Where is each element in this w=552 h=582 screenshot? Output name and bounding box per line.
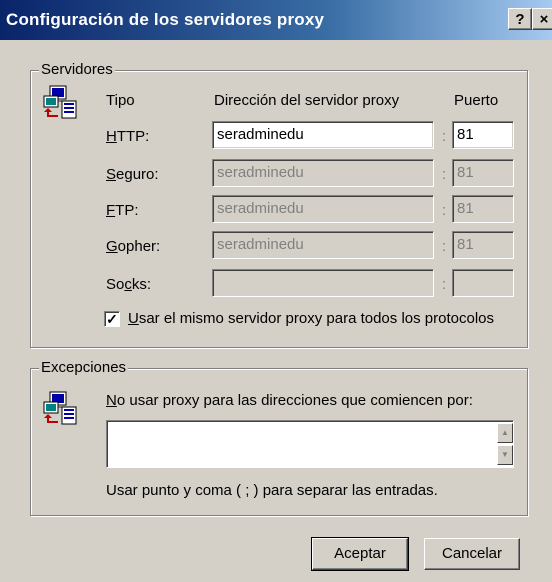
http-label: HTTP:: [106, 128, 150, 145]
ftp-port-field[interactable]: 81: [452, 195, 514, 223]
network-computers-icon: [43, 391, 77, 425]
column-port: Puerto: [454, 92, 499, 109]
arrow-up-icon: ▲: [501, 428, 509, 437]
socks-address-field[interactable]: [212, 269, 434, 297]
cancel-button[interactable]: Cancelar: [424, 538, 520, 570]
help-button[interactable]: ?: [508, 8, 532, 30]
socks-label: Socks:: [106, 276, 152, 293]
scroll-down-button[interactable]: ▼: [497, 445, 513, 465]
servers-legend: Servidores: [39, 61, 115, 79]
socks-colon: :: [442, 276, 447, 293]
gopher-colon: :: [442, 238, 447, 255]
exceptions-hint: Usar punto y coma ( ; ) para separar las…: [106, 482, 438, 499]
secure-colon: :: [442, 166, 447, 183]
exceptions-legend: Excepciones: [39, 359, 129, 377]
gopher-port-field[interactable]: 81: [452, 231, 514, 259]
http-port-field[interactable]: 81: [452, 121, 514, 149]
window-title: Configuración de los servidores proxy: [6, 10, 325, 29]
ftp-address-field[interactable]: seradminedu: [212, 195, 434, 223]
network-computers-icon: [43, 85, 77, 119]
gopher-address-field[interactable]: seradminedu: [212, 231, 434, 259]
column-type: Tipo: [106, 92, 135, 109]
secure-label: Seguro:: [106, 166, 159, 183]
gopher-label: Gopher:: [106, 238, 161, 255]
arrow-down-icon: ▼: [501, 450, 509, 459]
exceptions-label: No usar proxy para las direcciones que c…: [106, 392, 473, 409]
ftp-label: FTP:: [106, 202, 139, 219]
same-proxy-checkbox[interactable]: ✓: [104, 311, 120, 327]
checkmark-icon: ✓: [106, 311, 118, 327]
secure-address-field[interactable]: seradminedu: [212, 159, 434, 187]
ftp-colon: :: [442, 202, 447, 219]
same-proxy-label[interactable]: Usar el mismo servidor proxy para todos …: [128, 310, 494, 328]
close-button[interactable]: ×: [532, 8, 552, 30]
exceptions-textarea[interactable]: ▲ ▼: [106, 420, 514, 468]
ok-button[interactable]: Aceptar: [311, 537, 409, 571]
scroll-up-button[interactable]: ▲: [497, 423, 513, 443]
title-bar: Configuración de los servidores proxy: [0, 0, 552, 40]
http-colon: :: [442, 128, 447, 145]
column-address: Dirección del servidor proxy: [214, 92, 400, 109]
close-icon: ×: [539, 11, 549, 28]
help-icon: ?: [515, 11, 525, 28]
http-address-field[interactable]: seradminedu: [212, 121, 434, 149]
secure-port-field[interactable]: 81: [452, 159, 514, 187]
socks-port-field[interactable]: [452, 269, 514, 297]
